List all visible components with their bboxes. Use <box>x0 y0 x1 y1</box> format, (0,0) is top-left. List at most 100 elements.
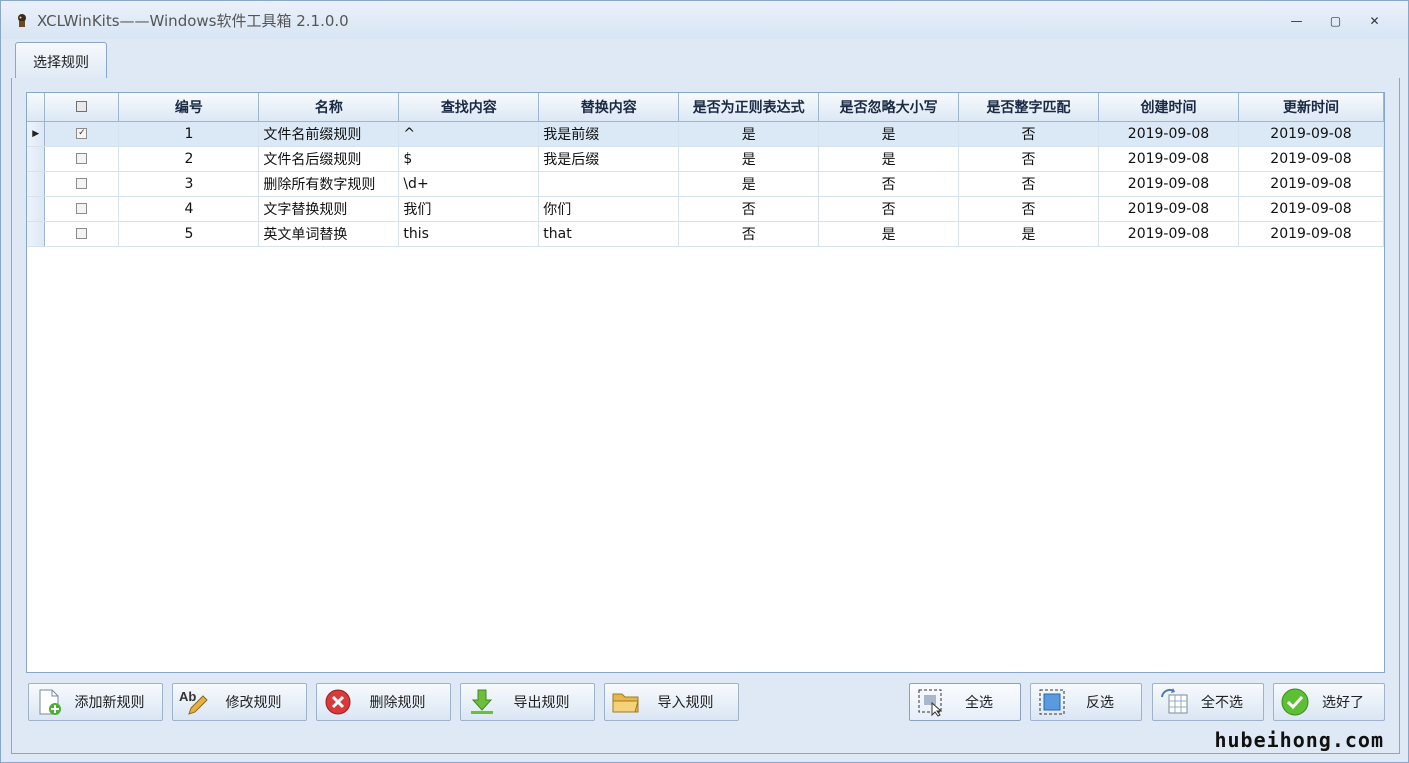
cell-regex[interactable]: 是 <box>678 121 820 147</box>
cell-id[interactable]: 4 <box>118 196 260 222</box>
table-row[interactable]: 4 文字替换规则 我们 你们否否否 2019-09-08 2019-09-08 <box>27 196 1384 222</box>
cell-find[interactable]: ^ <box>398 121 540 147</box>
cell-replace[interactable] <box>538 171 680 197</box>
cell-updated[interactable]: 2019-09-08 <box>1238 221 1384 247</box>
row-checkbox-cell[interactable] <box>44 146 120 172</box>
cell-whole-word[interactable]: 否 <box>958 196 1099 222</box>
table-row[interactable]: ▶ ✓ 1 文件名前缀规则 ^ 我是前缀是是否 2019-09-08 2019-09-08 <box>27 121 1384 147</box>
column-header[interactable]: 查找内容 <box>398 93 540 122</box>
minimize-button[interactable]: — <box>1277 9 1316 33</box>
row-header[interactable]: ▶ <box>27 121 46 147</box>
cell-replace[interactable]: 我是前缀 <box>538 121 680 147</box>
cell-id[interactable]: 2 <box>118 146 260 172</box>
export-rule-button[interactable]: 导出规则 <box>460 683 595 721</box>
cell-updated[interactable]: 2019-09-08 <box>1238 171 1384 197</box>
row-header[interactable] <box>27 146 46 172</box>
header-checkbox[interactable] <box>76 101 88 113</box>
edit-rule-button[interactable]: Ab 修改规则 <box>172 683 307 721</box>
row-checkbox-cell[interactable] <box>44 196 120 222</box>
cell-whole-word[interactable]: 否 <box>958 146 1099 172</box>
header-select-all-checkbox[interactable] <box>44 93 120 122</box>
cell-id[interactable]: 5 <box>118 221 260 247</box>
row-checkbox-cell[interactable] <box>44 171 120 197</box>
tab-strip: 选择规则 <box>11 39 1400 80</box>
import-rule-button[interactable]: 导入规则 <box>604 683 739 721</box>
cell-created[interactable]: 2019-09-08 <box>1098 146 1239 172</box>
column-header[interactable]: 名称 <box>258 93 400 122</box>
table-row[interactable]: 3 删除所有数字规则 \d+ 是否否 2019-09-08 2019-09-08 <box>27 171 1384 197</box>
table-row[interactable]: 5 英文单词替换 this that 否是是 2019-09-08 2019-09-08 <box>27 221 1384 247</box>
row-checkbox[interactable] <box>76 228 88 239</box>
column-header[interactable]: 是否为正则表达式 <box>678 93 820 122</box>
cell-name[interactable]: 文字替换规则 <box>258 196 400 222</box>
cell-ignore-case[interactable]: 否 <box>818 171 960 197</box>
row-checkbox[interactable] <box>76 203 88 214</box>
table-row[interactable]: 2 文件名后缀规则 $ 我是后缀是是否 2019-09-08 2019-09-08 <box>27 146 1384 172</box>
rules-grid[interactable]: 编号 名称 查找内容 替换内容 是否为正则表达式 是否忽略大小写 是否整字匹配 … <box>26 92 1385 673</box>
cell-ignore-case[interactable]: 是 <box>818 121 960 147</box>
cell-regex[interactable]: 是 <box>678 146 820 172</box>
grid-header: 编号 名称 查找内容 替换内容 是否为正则表达式 是否忽略大小写 是否整字匹配 … <box>27 93 1384 122</box>
column-header[interactable]: 是否整字匹配 <box>958 93 1099 122</box>
cell-find[interactable]: \d+ <box>398 171 540 197</box>
app-logo-icon <box>13 11 31 29</box>
cell-id[interactable]: 1 <box>118 121 260 147</box>
column-header[interactable]: 创建时间 <box>1098 93 1239 122</box>
cell-created[interactable]: 2019-09-08 <box>1098 221 1239 247</box>
cell-ignore-case[interactable]: 是 <box>818 221 960 247</box>
invert-selection-button[interactable]: 反选 <box>1030 683 1142 721</box>
cell-created[interactable]: 2019-09-08 <box>1098 171 1239 197</box>
row-checkbox[interactable] <box>76 153 88 164</box>
column-header[interactable]: 是否忽略大小写 <box>818 93 960 122</box>
cell-name[interactable]: 删除所有数字规则 <box>258 171 400 197</box>
cell-replace[interactable]: 你们 <box>538 196 680 222</box>
cell-find[interactable]: 我们 <box>398 196 540 222</box>
cell-whole-word[interactable]: 否 <box>958 121 1099 147</box>
cell-updated[interactable]: 2019-09-08 <box>1238 196 1384 222</box>
deselect-all-button[interactable]: 全不选 <box>1152 683 1264 721</box>
add-document-icon <box>35 687 65 717</box>
cell-regex[interactable]: 否 <box>678 221 820 247</box>
cell-created[interactable]: 2019-09-08 <box>1098 121 1239 147</box>
cell-replace[interactable]: 我是后缀 <box>538 146 680 172</box>
cell-whole-word[interactable]: 是 <box>958 221 1099 247</box>
row-checkbox-cell[interactable]: ✓ <box>44 121 120 147</box>
cell-created[interactable]: 2019-09-08 <box>1098 196 1239 222</box>
row-checkbox-cell[interactable] <box>44 221 120 247</box>
select-all-button[interactable]: 全选 <box>909 683 1021 721</box>
done-button[interactable]: 选好了 <box>1273 683 1385 721</box>
close-button[interactable]: ✕ <box>1355 9 1394 33</box>
cell-name[interactable]: 文件名后缀规则 <box>258 146 400 172</box>
cell-name[interactable]: 英文单词替换 <box>258 221 400 247</box>
row-header[interactable] <box>27 221 46 247</box>
tab-panel: 编号 名称 查找内容 替换内容 是否为正则表达式 是否忽略大小写 是否整字匹配 … <box>11 78 1400 754</box>
row-checkbox[interactable]: ✓ <box>76 128 88 139</box>
deselect-all-icon <box>1159 687 1189 717</box>
cell-regex[interactable]: 是 <box>678 171 820 197</box>
add-rule-button[interactable]: 添加新规则 <box>28 683 163 721</box>
column-header[interactable]: 替换内容 <box>538 93 680 122</box>
cell-updated[interactable]: 2019-09-08 <box>1238 121 1384 147</box>
cell-name[interactable]: 文件名前缀规则 <box>258 121 400 147</box>
row-header[interactable] <box>27 196 46 222</box>
checkmark-icon <box>1280 687 1310 717</box>
cell-find[interactable]: this <box>398 221 540 247</box>
cell-whole-word[interactable]: 否 <box>958 171 1099 197</box>
row-checkbox[interactable] <box>76 178 88 189</box>
cell-replace[interactable]: that <box>538 221 680 247</box>
tab-select-rules[interactable]: 选择规则 <box>15 42 107 80</box>
cell-regex[interactable]: 否 <box>678 196 820 222</box>
column-header[interactable]: 编号 <box>118 93 260 122</box>
cell-ignore-case[interactable]: 否 <box>818 196 960 222</box>
delete-rule-button[interactable]: 删除规则 <box>316 683 451 721</box>
row-header[interactable] <box>27 171 46 197</box>
cell-ignore-case[interactable]: 是 <box>818 146 960 172</box>
cell-find[interactable]: $ <box>398 146 540 172</box>
title-bar[interactable]: XCLWinKits——Windows软件工具箱 2.1.0.0 — ▢ ✕ <box>1 1 1408 39</box>
maximize-button[interactable]: ▢ <box>1316 9 1355 33</box>
cell-id[interactable]: 3 <box>118 171 260 197</box>
svg-text:Ab: Ab <box>179 689 196 704</box>
row-header-corner <box>27 93 46 122</box>
column-header[interactable]: 更新时间 <box>1238 93 1384 122</box>
cell-updated[interactable]: 2019-09-08 <box>1238 146 1384 172</box>
